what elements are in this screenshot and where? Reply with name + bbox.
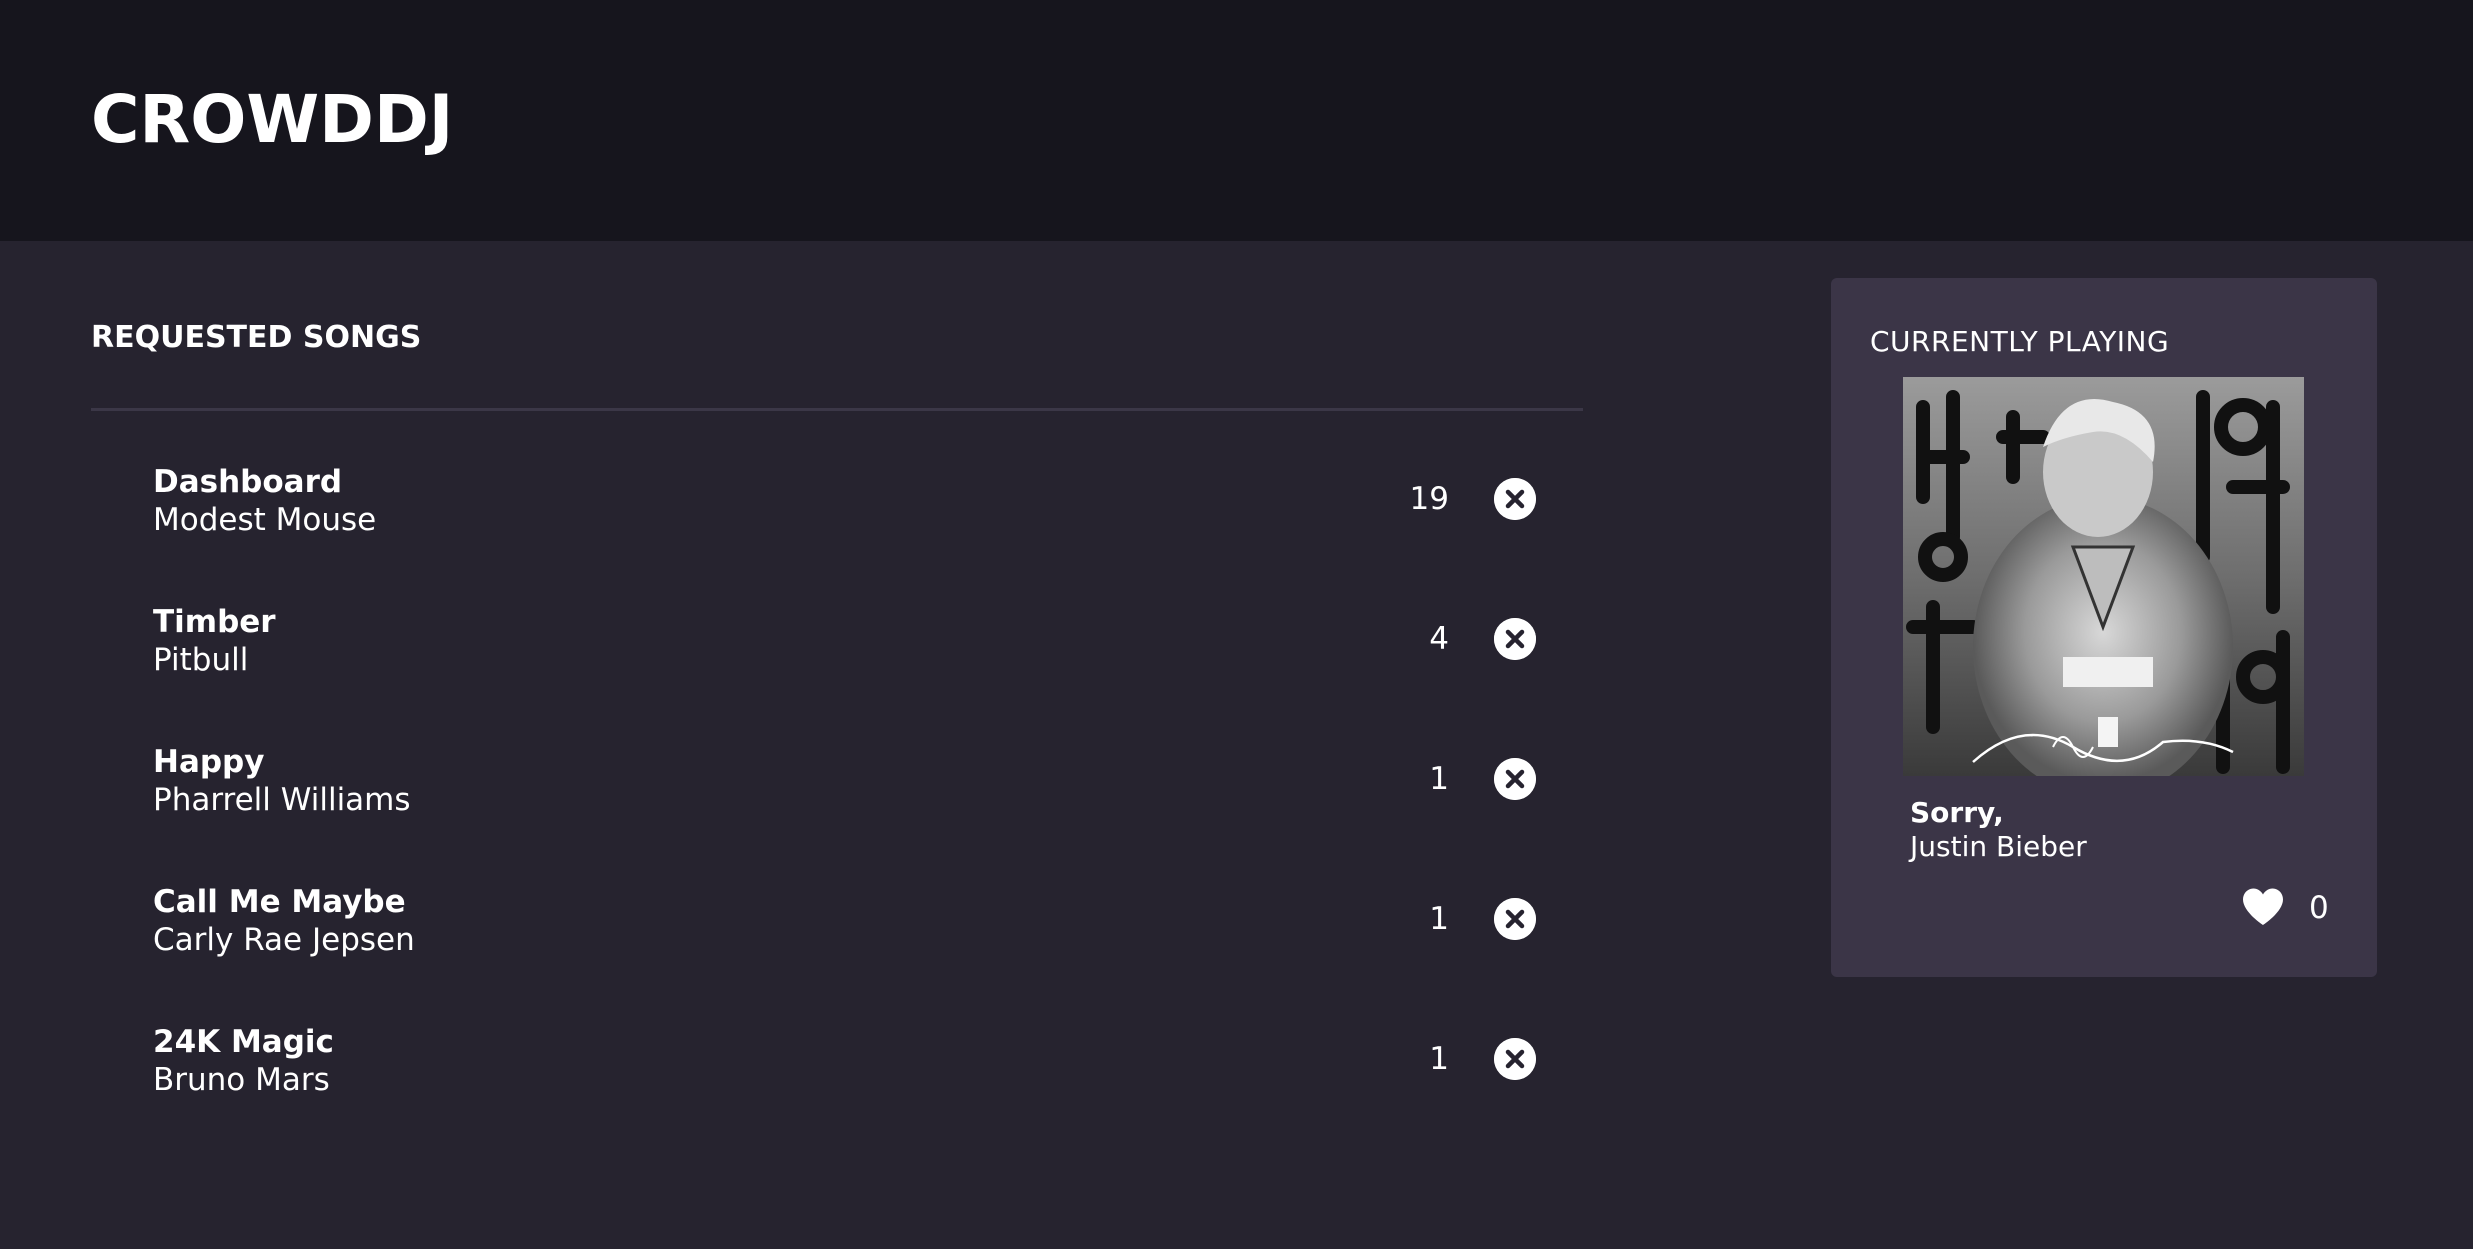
song-list: Dashboard Modest Mouse 19 Timber Pitbull… <box>91 411 1583 1111</box>
close-circle-icon <box>1494 758 1536 800</box>
song-info: 24K Magic Bruno Mars <box>153 1023 334 1099</box>
song-title: 24K Magic <box>153 1024 334 1060</box>
album-art-image <box>1903 377 2304 776</box>
song-title: Timber <box>153 604 276 640</box>
vote-count: 1 <box>1429 901 1449 937</box>
song-info: Timber Pitbull <box>153 603 276 679</box>
remove-song-button[interactable] <box>1494 618 1536 660</box>
song-title: Call Me Maybe <box>153 884 406 920</box>
song-artist: Modest Mouse <box>153 502 377 538</box>
song-title: Dashboard <box>153 464 343 500</box>
song-info: Call Me Maybe Carly Rae Jepsen <box>153 883 415 959</box>
requested-songs-section: REQUESTED SONGS Dashboard Modest Mouse 1… <box>91 318 1583 1111</box>
vote-count: 4 <box>1429 621 1449 657</box>
close-circle-icon <box>1494 1038 1536 1080</box>
song-artist: Bruno Mars <box>153 1062 330 1098</box>
remove-song-button[interactable] <box>1494 898 1536 940</box>
vote-count: 19 <box>1409 481 1449 517</box>
song-info: Happy Pharrell Williams <box>153 743 411 819</box>
now-playing-artist: Justin Bieber <box>1910 830 2087 863</box>
close-circle-icon <box>1494 618 1536 660</box>
song-row: Dashboard Modest Mouse 19 <box>91 411 1583 551</box>
brand-logo[interactable]: CROWDDJ <box>91 80 453 160</box>
section-title: REQUESTED SONGS <box>91 318 1583 411</box>
remove-song-button[interactable] <box>1494 478 1536 520</box>
close-circle-icon <box>1494 898 1536 940</box>
app-header: CROWDDJ <box>0 0 2473 241</box>
heart-icon <box>2243 888 2283 925</box>
song-row: 24K Magic Bruno Mars 1 <box>91 971 1583 1111</box>
song-row: Call Me Maybe Carly Rae Jepsen 1 <box>91 831 1583 971</box>
now-playing-title: Sorry, <box>1910 796 2004 829</box>
song-title: Happy <box>153 744 265 780</box>
now-playing-card: CURRENTLY PLAYING Sorry, Justin Bieber 0 <box>1831 278 2377 977</box>
like-count: 0 <box>2309 890 2329 926</box>
like-button[interactable] <box>2241 887 2285 927</box>
vote-count: 1 <box>1429 761 1449 797</box>
vote-count: 1 <box>1429 1041 1449 1077</box>
song-row: Happy Pharrell Williams 1 <box>91 691 1583 831</box>
remove-song-button[interactable] <box>1494 758 1536 800</box>
song-info: Dashboard Modest Mouse <box>153 463 376 539</box>
song-row: Timber Pitbull 4 <box>91 551 1583 691</box>
remove-song-button[interactable] <box>1494 1038 1536 1080</box>
song-artist: Pitbull <box>153 642 249 678</box>
song-artist: Pharrell Williams <box>153 782 411 818</box>
now-playing-label: CURRENTLY PLAYING <box>1870 325 2170 358</box>
close-circle-icon <box>1494 478 1536 520</box>
song-artist: Carly Rae Jepsen <box>153 922 415 958</box>
album-art <box>1903 377 2304 776</box>
